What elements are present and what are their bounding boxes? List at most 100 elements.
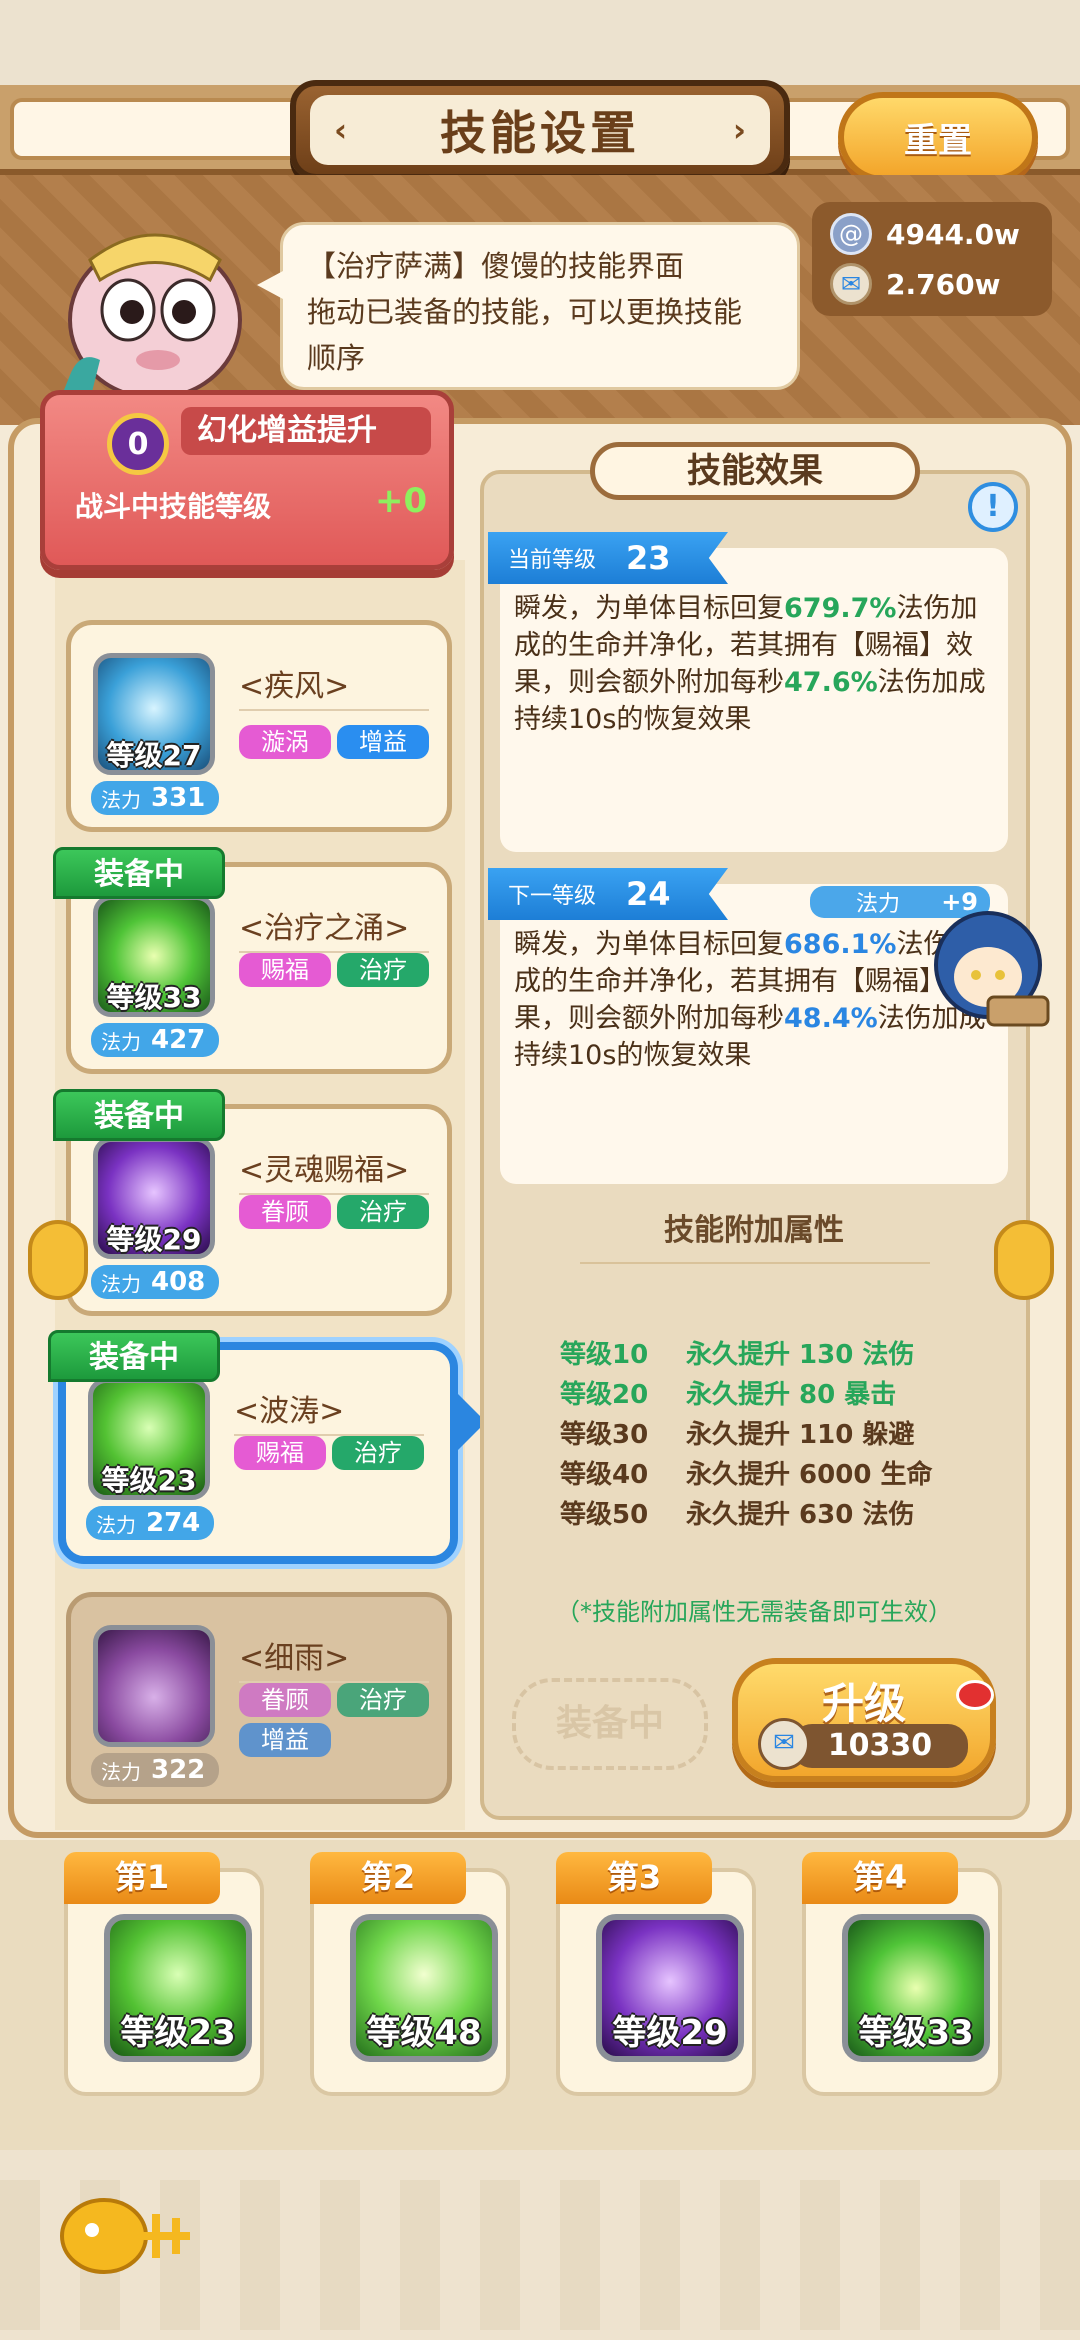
- skill-card-selected[interactable]: 等级23 装备中 法力 274 <波涛> 赐福 治疗: [48, 1330, 458, 1564]
- skill-mana: 法力 322: [91, 1753, 219, 1787]
- slot-label: 第3: [556, 1852, 712, 1904]
- skill-tag: 增益: [239, 1723, 331, 1757]
- skill-card[interactable]: 等级29 装备中 法力 408 <灵魂赐福> 眷顾 治疗: [53, 1089, 452, 1316]
- skill-slot[interactable]: 第2 等级48: [310, 1852, 510, 2096]
- effect-text-part: 瞬发，为单体目标回复: [514, 929, 784, 960]
- skill-card[interactable]: 等级27 法力 331 <疾风> 漩涡 增益: [66, 620, 452, 832]
- dialog-line-2: 拖动已装备的技能，可以更换技能: [307, 295, 743, 329]
- heal-percent: 679.7%: [784, 593, 897, 624]
- info-icon[interactable]: !: [968, 482, 1018, 532]
- attribute-effect: 永久提升 80 暴击: [686, 1380, 897, 1410]
- skill-card[interactable]: 等级33 装备中 法力 427 <治疗之涌> 赐福 治疗: [53, 847, 452, 1074]
- attribute-level: 等级50: [560, 1500, 649, 1530]
- mana-label: 法力: [101, 1271, 141, 1296]
- skill-card-locked[interactable]: 法力 322 <细雨> 眷顾 治疗 增益: [66, 1592, 452, 1804]
- skill-tag: 增益: [337, 725, 429, 759]
- healing-surge-skill-icon: 等级33: [93, 895, 215, 1017]
- slot-level: 等级23: [120, 2013, 236, 2053]
- dialog-bubble: 【治疗萨满】傻馒的技能界面 拖动已装备的技能，可以更换技能 顺序: [257, 222, 800, 390]
- skill-slot[interactable]: 第1 等级23: [64, 1852, 264, 2096]
- skill-level: 等级29: [106, 1223, 202, 1256]
- current-level-value: 23: [626, 539, 671, 577]
- title-plate: ‹ 技能设置 ›: [290, 80, 790, 180]
- page-title: 技能设置: [440, 106, 640, 160]
- transform-buff-banner[interactable]: 幻化增益提升 0 战斗中技能等级 +0: [40, 390, 454, 570]
- prev-arrow-icon[interactable]: [28, 1220, 88, 1300]
- notification-dot: [956, 1680, 994, 1710]
- attributes-note: （*技能附加属性无需装备即可生效）: [556, 1598, 952, 1626]
- drizzle-skill-icon: [93, 1625, 215, 1747]
- skill-name: <灵魂赐福>: [239, 1153, 410, 1188]
- attribute-level: 等级40: [560, 1460, 649, 1490]
- slot-level: 等级29: [612, 2013, 728, 2053]
- soul-blessing-skill-icon: 等级29: [93, 1137, 215, 1259]
- attribute-effect: 永久提升 110 躲避: [686, 1420, 915, 1450]
- attribute-level: 等级20: [560, 1380, 649, 1410]
- helper-character[interactable]: [928, 905, 1058, 1035]
- skill-name: <疾风>: [239, 669, 350, 704]
- skill-tag: 漩涡: [239, 725, 331, 759]
- skill-name: <治疗之涌>: [239, 911, 410, 946]
- skill-name: <细雨>: [239, 1641, 350, 1676]
- attributes-title: 技能附加属性: [664, 1213, 844, 1248]
- buff-title: 幻化增益提升: [181, 407, 431, 455]
- divider: [580, 1262, 930, 1264]
- attribute-effect: 永久提升 130 法伤: [686, 1340, 915, 1370]
- buff-subtitle: 战斗中技能等级: [75, 490, 272, 523]
- buff-level-badge: 0: [107, 413, 169, 475]
- mana-label: 法力: [101, 787, 141, 812]
- skill-level: [98, 1706, 210, 1742]
- whirlwind-skill-icon: 等级27: [93, 653, 215, 775]
- skill-tag: 眷顾: [239, 1195, 331, 1229]
- slot-level: 等级33: [858, 2013, 974, 2053]
- skill-tag: 赐福: [239, 953, 331, 987]
- current-level-ribbon: 当前等级 23: [488, 532, 728, 584]
- skill-tag: 赐福: [234, 1436, 326, 1470]
- skill-level: 等级33: [106, 981, 202, 1014]
- skill-mana: 法力 408: [91, 1265, 219, 1299]
- next-level-ribbon: 下一等级 24: [488, 868, 728, 920]
- skill-tag: 眷顾: [239, 1683, 331, 1717]
- buff-value: +0: [375, 481, 428, 521]
- attribute-row: 等级50 永久提升 630 法伤: [560, 1494, 914, 1532]
- skill-level: 等级27: [106, 739, 202, 772]
- upgrade-button[interactable]: 升级 10330 ✉: [732, 1658, 996, 1782]
- attribute-row: 等级20 永久提升 80 暴击: [560, 1374, 896, 1412]
- scroll-icon: ✉: [830, 263, 872, 305]
- left-chevron-icon: ‹: [334, 111, 348, 149]
- attribute-effect: 永久提升 6000 生命: [686, 1460, 933, 1490]
- heal-percent: 686.1%: [784, 929, 897, 960]
- skill-slot[interactable]: 第3 等级29: [556, 1852, 756, 2096]
- right-chevron-icon: ›: [732, 111, 746, 149]
- dialog-line-3: 顺序: [307, 341, 366, 375]
- next-level-value: 24: [626, 875, 671, 913]
- attribute-row: 等级10 永久提升 130 法伤: [560, 1334, 914, 1372]
- effect-text-part: 瞬发，为单体目标回复: [514, 593, 784, 624]
- current-effect-text: 瞬发，为单体目标回复679.7%法伤加成的生命并净化，若其拥有【赐福】效果，则会…: [514, 590, 994, 738]
- mana-value: 331: [151, 783, 206, 813]
- spiral-coin-icon: @: [830, 213, 872, 255]
- skill-tag: 治疗: [337, 1195, 429, 1229]
- attribute-level: 等级10: [560, 1340, 649, 1370]
- skill-mana: 法力 331: [91, 781, 219, 815]
- mana-label: 法力: [96, 1512, 136, 1537]
- skill-tag: 治疗: [332, 1436, 424, 1470]
- slot-label: 第2: [310, 1852, 466, 1904]
- equipped-button[interactable]: 装备中: [512, 1678, 708, 1770]
- slot-label: 第4: [802, 1852, 958, 1904]
- mana-value: 322: [151, 1755, 206, 1785]
- reset-button[interactable]: 重置: [838, 92, 1038, 182]
- currency-value: 2.760w: [886, 267, 1001, 301]
- mana-label: 法力: [101, 1029, 141, 1054]
- current-level-label: 当前等级: [508, 548, 597, 573]
- wave-skill-icon: 等级23: [88, 1378, 210, 1500]
- equipped-badge: 装备中: [53, 1089, 225, 1141]
- attribute-row: 等级30 永久提升 110 躲避: [560, 1414, 914, 1452]
- skill-slot[interactable]: 第4 等级33: [802, 1852, 1002, 2096]
- attribute-row: 等级40 永久提升 6000 生命: [560, 1454, 932, 1492]
- fishbone-back-icon[interactable]: [56, 2186, 206, 2286]
- next-effect-text: 瞬发，为单体目标回复686.1%法伤加成的生命并净化，若其拥有【赐福】效果，则会…: [514, 926, 994, 1074]
- currency-panel: @ 4944.0w ✉ 2.760w: [812, 202, 1052, 316]
- mana-label: 法力: [101, 1759, 141, 1784]
- regen-percent: 48.4%: [784, 1003, 878, 1034]
